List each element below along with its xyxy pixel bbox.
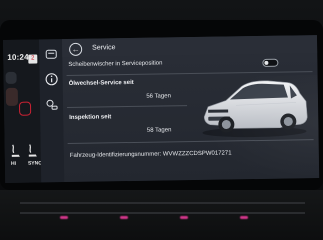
service-panel: ← Service Scheibenwischer in Serviceposi… bbox=[61, 35, 320, 183]
wiper-service-row[interactable]: Scheibenwischer in Serviceposition bbox=[62, 55, 317, 73]
dashboard-lower-trim bbox=[0, 190, 323, 240]
ambient-light bbox=[60, 216, 68, 219]
car-settings-icon[interactable] bbox=[44, 47, 58, 61]
oil-service-value: 56 Tagen bbox=[146, 93, 171, 100]
vin-text: Fahrzeug-Identifizierungsnummer: WVWZZZC… bbox=[69, 150, 232, 159]
service-tools-icon[interactable] bbox=[45, 98, 59, 112]
inspection-value: 58 Tagen bbox=[146, 127, 172, 134]
trim-line bbox=[20, 202, 305, 204]
seat-ventilation-icon[interactable] bbox=[26, 142, 40, 158]
back-arrow-icon[interactable]: ← bbox=[69, 42, 83, 56]
app-icon-column bbox=[38, 39, 65, 183]
trim-line bbox=[20, 212, 305, 214]
infotainment-screen: 10:24 2 HI SYNC ← Service Scheibenwische… bbox=[3, 35, 320, 183]
seat-heating-icon[interactable] bbox=[9, 143, 23, 159]
climate-hi-label[interactable]: HI bbox=[11, 161, 16, 167]
inspection-label: Inspektion seit bbox=[69, 114, 112, 121]
page-title: Service bbox=[92, 44, 116, 52]
ambient-light bbox=[240, 216, 248, 219]
ambient-light bbox=[180, 216, 188, 219]
climate-sync-label[interactable]: SYNC bbox=[28, 160, 42, 166]
vehicle-image bbox=[202, 80, 308, 138]
info-icon[interactable] bbox=[45, 72, 59, 86]
climate-icon[interactable] bbox=[5, 87, 19, 106]
rear-defrost-icon[interactable] bbox=[18, 101, 32, 116]
clock: 10:24 bbox=[7, 52, 29, 62]
profile-badge[interactable]: 2 bbox=[28, 54, 38, 64]
wiper-service-label: Scheibenwischer in Serviceposition bbox=[68, 60, 163, 68]
panel-header: ← Service bbox=[61, 35, 318, 58]
home-icon[interactable] bbox=[5, 71, 17, 84]
oil-service-label: Ölwechsel-Service seit bbox=[68, 79, 134, 87]
ambient-light bbox=[120, 216, 128, 219]
toggle-knob bbox=[264, 60, 269, 65]
car-dashboard-scene: 10:24 2 HI SYNC ← Service Scheibenwische… bbox=[0, 0, 323, 240]
wiper-service-toggle[interactable] bbox=[262, 58, 279, 67]
left-status-bar: 10:24 2 HI SYNC bbox=[3, 39, 42, 183]
divider bbox=[67, 105, 188, 109]
